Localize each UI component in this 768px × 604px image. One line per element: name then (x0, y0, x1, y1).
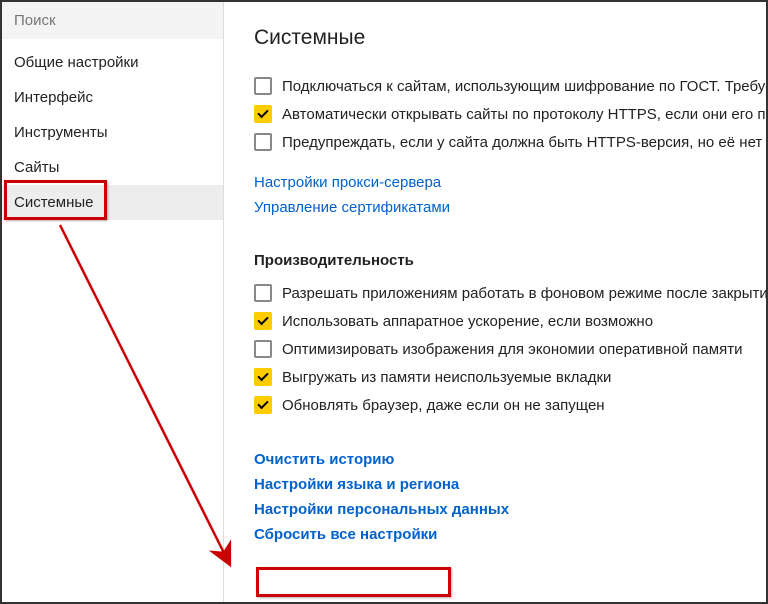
checkbox-update[interactable] (254, 396, 272, 414)
performance-options: Разрешать приложениям работать в фоновом… (254, 279, 766, 419)
search-input[interactable] (2, 2, 223, 39)
checkbox-hw-accel[interactable] (254, 312, 272, 330)
sidebar-item-sites[interactable]: Сайты (2, 150, 223, 185)
option-label: Автоматически открывать сайты по протоко… (282, 106, 766, 123)
sidebar-item-general[interactable]: Общие настройки (2, 45, 223, 80)
option-https-warn[interactable]: Предупреждать, если у сайта должна быть … (254, 128, 766, 156)
sidebar-item-system[interactable]: Системные (2, 185, 223, 220)
option-label: Использовать аппаратное ускорение, если … (282, 313, 653, 330)
option-gost[interactable]: Подключаться к сайтам, использующим шифр… (254, 72, 766, 100)
option-https-auto[interactable]: Автоматически открывать сайты по протоко… (254, 100, 766, 128)
sidebar: Общие настройки Интерфейс Инструменты Са… (2, 2, 224, 602)
option-label: Подключаться к сайтам, использующим шифр… (282, 78, 766, 95)
checkbox-gost[interactable] (254, 77, 272, 95)
link-proxy[interactable]: Настройки прокси-сервера (254, 170, 766, 195)
settings-window: Общие настройки Интерфейс Инструменты Са… (0, 0, 768, 604)
search-row (2, 2, 223, 39)
link-language-region[interactable]: Настройки языка и региона (254, 472, 766, 497)
sidebar-item-interface[interactable]: Интерфейс (2, 80, 223, 115)
bottom-links: Очистить историю Настройки языка и регио… (254, 447, 766, 547)
option-label: Предупреждать, если у сайта должна быть … (282, 134, 762, 151)
option-label: Выгружать из памяти неиспользуемые вклад… (282, 369, 611, 386)
link-personal-data[interactable]: Настройки персональных данных (254, 497, 766, 522)
option-background[interactable]: Разрешать приложениям работать в фоновом… (254, 279, 766, 307)
option-update[interactable]: Обновлять браузер, даже если он не запущ… (254, 391, 766, 419)
sidebar-item-tools[interactable]: Инструменты (2, 115, 223, 150)
performance-title: Производительность (254, 252, 766, 269)
content-panel: Системные Подключаться к сайтам, использ… (224, 2, 766, 602)
option-hw-accel[interactable]: Использовать аппаратное ускорение, если … (254, 307, 766, 335)
page-title: Системные (254, 26, 766, 50)
link-clear-history[interactable]: Очистить историю (254, 447, 766, 472)
option-unload-tabs[interactable]: Выгружать из памяти неиспользуемые вклад… (254, 363, 766, 391)
checkbox-https-auto[interactable] (254, 105, 272, 123)
checkbox-https-warn[interactable] (254, 133, 272, 151)
nav-list: Общие настройки Интерфейс Инструменты Са… (2, 39, 223, 220)
checkbox-background[interactable] (254, 284, 272, 302)
option-optimize-img[interactable]: Оптимизировать изображения для экономии … (254, 335, 766, 363)
option-label: Обновлять браузер, даже если он не запущ… (282, 397, 605, 414)
checkbox-optimize-img[interactable] (254, 340, 272, 358)
option-label: Оптимизировать изображения для экономии … (282, 341, 742, 358)
link-certificates[interactable]: Управление сертификатами (254, 195, 766, 220)
link-reset-all[interactable]: Сбросить все настройки (254, 522, 766, 547)
security-links: Настройки прокси-сервера Управление серт… (254, 170, 766, 220)
option-label: Разрешать приложениям работать в фоновом… (282, 285, 766, 302)
security-options: Подключаться к сайтам, использующим шифр… (254, 72, 766, 156)
checkbox-unload-tabs[interactable] (254, 368, 272, 386)
